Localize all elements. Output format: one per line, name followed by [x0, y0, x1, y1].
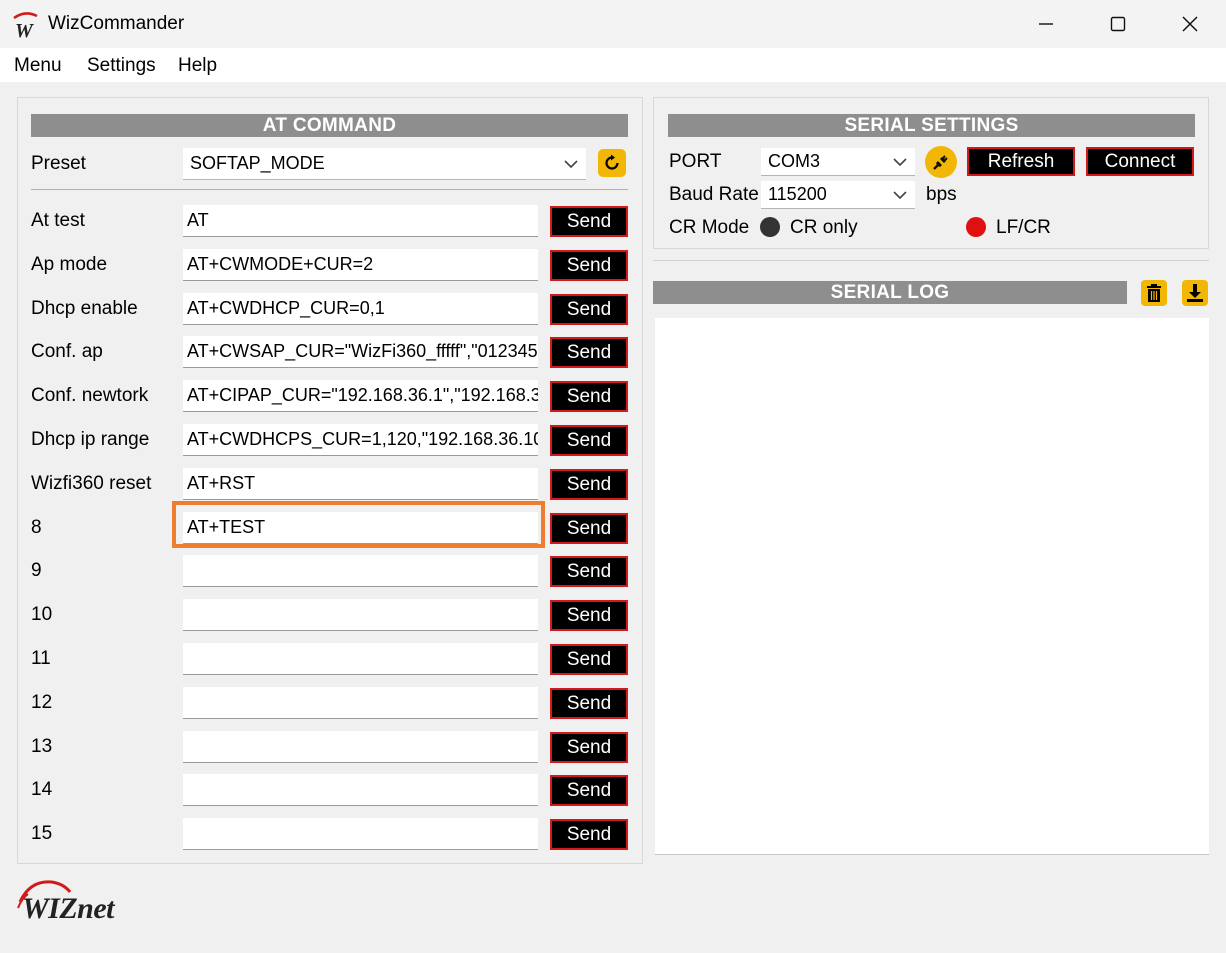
svg-text:W: W [15, 20, 34, 40]
cr-only-radio[interactable] [760, 217, 780, 237]
command-input-ap-mode[interactable] [183, 249, 538, 281]
divider [653, 260, 1209, 261]
command-input-15[interactable] [183, 818, 538, 850]
send-button-14[interactable]: Send [550, 775, 628, 806]
chevron-down-icon [893, 157, 907, 166]
command-input-9[interactable] [183, 555, 538, 587]
command-input-wizfi360-reset[interactable] [183, 468, 538, 500]
port-value: COM3 [768, 151, 821, 171]
trash-icon [1147, 284, 1161, 302]
port-label: PORT [669, 151, 722, 172]
send-button-at-test[interactable]: Send [550, 206, 628, 237]
lf-cr-radio[interactable] [966, 217, 986, 237]
send-button-dhcp-enable[interactable]: Send [550, 294, 628, 325]
serial-settings-header: SERIAL SETTINGS [668, 114, 1195, 137]
chevron-down-icon [893, 190, 907, 199]
wiznet-logo-text: WIZnet [22, 892, 115, 925]
baud-rate-dropdown[interactable]: 115200 [761, 181, 915, 209]
send-button-12[interactable]: Send [550, 688, 628, 719]
command-input-dhcp-ip-range[interactable] [183, 424, 538, 456]
plug-connect-button[interactable] [925, 146, 957, 178]
command-label: At test [31, 210, 85, 231]
menu-item-help[interactable]: Help [178, 54, 217, 78]
send-button-dhcp-ip-range[interactable]: Send [550, 425, 628, 456]
refresh-icon [605, 154, 619, 170]
send-button-wizfi360-reset[interactable]: Send [550, 469, 628, 500]
command-label: 9 [31, 560, 42, 581]
preset-value: SOFTAP_MODE [190, 153, 325, 173]
command-input-at-test[interactable] [183, 205, 538, 237]
command-input-8[interactable] [183, 512, 538, 544]
command-label: 11 [31, 648, 51, 669]
reload-preset-button[interactable] [598, 149, 626, 177]
cr-mode-label: CR Mode [669, 217, 750, 238]
preset-label: Preset [31, 153, 86, 174]
maximize-icon [1110, 16, 1126, 32]
window-title: WizCommander [48, 13, 185, 34]
send-button-8[interactable]: Send [550, 513, 628, 544]
maximize-button[interactable] [1082, 0, 1154, 48]
baud-rate-value: 115200 [768, 184, 827, 204]
command-label: Ap mode [31, 254, 108, 275]
chevron-down-icon [564, 159, 578, 168]
command-label: 8 [31, 517, 42, 538]
command-label: 15 [31, 823, 53, 844]
download-log-button[interactable] [1182, 280, 1208, 306]
serial-log-header: SERIAL LOG [653, 281, 1127, 304]
command-label: 13 [31, 736, 53, 757]
download-icon [1187, 284, 1203, 302]
command-input-dhcp-enable[interactable] [183, 293, 538, 325]
port-dropdown[interactable]: COM3 [761, 148, 915, 176]
command-input-conf-ap[interactable] [183, 336, 538, 368]
menu-item-menu[interactable]: Menu [14, 54, 62, 78]
lf-cr-label: LF/CR [996, 217, 1051, 238]
command-label: Conf. newtork [31, 385, 149, 406]
menu-item-settings[interactable]: Settings [87, 54, 156, 78]
send-button-10[interactable]: Send [550, 600, 628, 631]
command-label: Dhcp ip range [31, 429, 150, 450]
command-input-conf-newtork[interactable] [183, 380, 538, 412]
close-button[interactable] [1154, 0, 1226, 48]
command-label: Conf. ap [31, 341, 103, 362]
command-label: 12 [31, 692, 53, 713]
clear-log-button[interactable] [1141, 280, 1167, 306]
send-button-ap-mode[interactable]: Send [550, 250, 628, 281]
command-input-10[interactable] [183, 599, 538, 631]
command-input-13[interactable] [183, 731, 538, 763]
cr-only-label: CR only [790, 217, 858, 238]
send-button-13[interactable]: Send [550, 732, 628, 763]
baud-unit-label: bps [926, 184, 957, 205]
minimize-icon [1039, 23, 1053, 25]
app-logo-icon: W [10, 10, 40, 42]
send-button-11[interactable]: Send [550, 644, 628, 675]
plug-icon [933, 155, 948, 170]
command-input-12[interactable] [183, 687, 538, 719]
preset-dropdown[interactable]: SOFTAP_MODE [183, 148, 586, 180]
send-button-conf-newtork[interactable]: Send [550, 381, 628, 412]
divider [31, 189, 628, 190]
wiznet-logo: WIZnet [14, 878, 144, 928]
minimize-button[interactable] [1010, 0, 1082, 48]
command-label: Dhcp enable [31, 298, 138, 319]
send-button-15[interactable]: Send [550, 819, 628, 850]
connect-button[interactable]: Connect [1086, 147, 1194, 176]
send-button-9[interactable]: Send [550, 556, 628, 587]
command-input-11[interactable] [183, 643, 538, 675]
command-label: Wizfi360 reset [31, 473, 152, 494]
command-input-14[interactable] [183, 774, 538, 806]
refresh-button[interactable]: Refresh [967, 147, 1075, 176]
baud-rate-label: Baud Rate [669, 184, 759, 205]
command-label: 10 [31, 604, 53, 625]
serial-log-area[interactable] [655, 318, 1209, 855]
close-icon [1182, 16, 1198, 32]
send-button-conf-ap[interactable]: Send [550, 337, 628, 368]
at-command-header: AT COMMAND [31, 114, 628, 137]
command-label: 14 [31, 779, 53, 800]
